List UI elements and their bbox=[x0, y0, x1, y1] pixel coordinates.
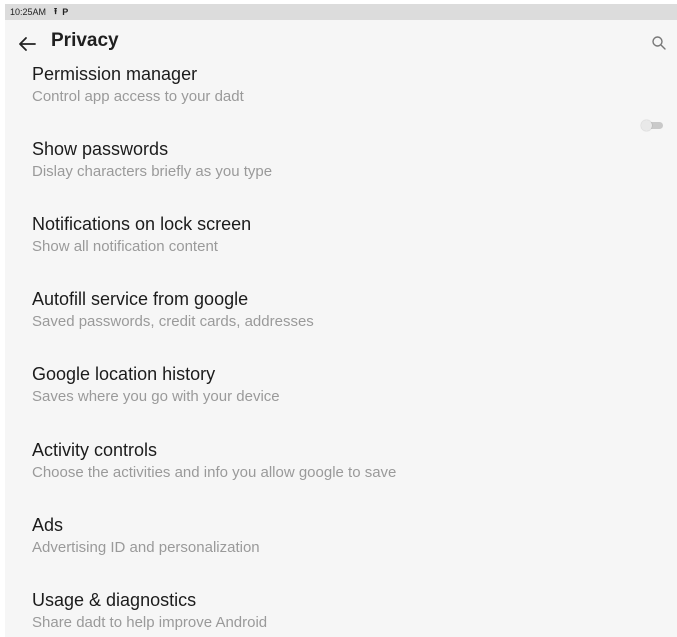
list-item-usage-diagnostics[interactable]: Usage & diagnostics Share dadt to help i… bbox=[5, 590, 677, 637]
item-subtitle: Saved passwords, credit cards, addresses bbox=[32, 313, 314, 330]
item-title: Google location history bbox=[32, 364, 216, 384]
item-title: Show passwords bbox=[32, 139, 169, 159]
list-item-activity-controls[interactable]: Activity controls Choose the activities … bbox=[5, 440, 677, 510]
parking-icon: P bbox=[62, 7, 69, 17]
item-subtitle: Advertising ID and personalization bbox=[32, 539, 260, 556]
show-passwords-toggle[interactable] bbox=[641, 120, 665, 131]
status-bar: 10:25AM ⭱ P bbox=[5, 4, 677, 20]
item-title: Permission manager bbox=[32, 64, 198, 84]
list-item-show-passwords[interactable]: Show passwords Dislay characters briefly… bbox=[5, 139, 677, 209]
item-title: Ads bbox=[32, 515, 64, 535]
arrow-left-icon bbox=[19, 37, 36, 51]
page-title: Privacy bbox=[51, 30, 119, 51]
status-time: 10:25AM bbox=[10, 7, 47, 17]
list-item-location-history[interactable]: Google location history Saves where you … bbox=[5, 364, 677, 434]
item-title: Autofill service from google bbox=[32, 289, 249, 309]
app-bar: Privacy bbox=[5, 20, 677, 66]
list-item-notifications-lock-screen[interactable]: Notifications on lock screen Show all no… bbox=[5, 214, 677, 284]
toggle-thumb bbox=[641, 120, 652, 131]
list-item-autofill-service[interactable]: Autofill service from google Saved passw… bbox=[5, 289, 677, 359]
item-subtitle: Show all notification content bbox=[32, 238, 218, 255]
list-item-ads[interactable]: Ads Advertising ID and personalization bbox=[5, 515, 677, 585]
upload-icon: ⭱ bbox=[54, 6, 58, 16]
item-subtitle: Control app access to your dadt bbox=[32, 88, 244, 105]
item-subtitle: Saves where you go with your device bbox=[32, 388, 280, 405]
item-title: Notifications on lock screen bbox=[32, 214, 252, 234]
item-subtitle: Share dadt to help improve Android bbox=[32, 614, 268, 631]
item-subtitle: Dislay characters briefly as you type bbox=[32, 163, 273, 180]
list-item-permission-manager[interactable]: Permission manager Control app access to… bbox=[5, 64, 677, 134]
item-title: Usage & diagnostics bbox=[32, 590, 197, 610]
item-subtitle: Choose the activities and info you allow… bbox=[32, 464, 397, 481]
search-icon bbox=[652, 36, 666, 50]
privacy-screen: 10:25AM ⭱ P Privacy Permission manager C… bbox=[5, 4, 677, 637]
search-button[interactable] bbox=[650, 34, 668, 52]
back-button[interactable] bbox=[15, 32, 39, 56]
item-title: Activity controls bbox=[32, 440, 158, 460]
